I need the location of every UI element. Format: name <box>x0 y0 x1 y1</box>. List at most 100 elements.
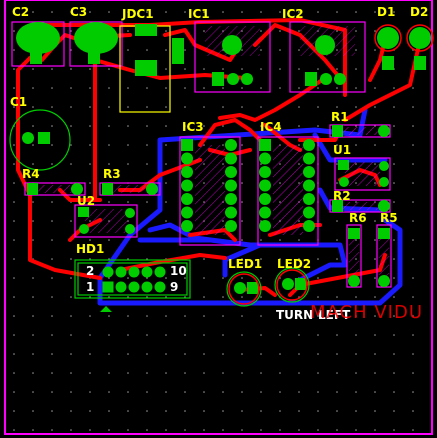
ic3-body <box>195 145 225 235</box>
grid-dot <box>146 163 148 165</box>
ic3-pin <box>225 193 237 205</box>
grid-dot <box>146 106 148 108</box>
grid-dot <box>393 201 395 203</box>
grid-dot <box>89 410 91 412</box>
grid-dot <box>32 334 34 336</box>
grid-dot <box>279 11 281 13</box>
grid-dot <box>393 429 395 431</box>
grid-dot <box>260 429 262 431</box>
grid-dot <box>336 391 338 393</box>
label-ic3: IC3 <box>182 120 204 134</box>
grid-dot <box>336 296 338 298</box>
grid-dot <box>165 201 167 203</box>
grid-dot <box>412 429 414 431</box>
grid-dot <box>165 30 167 32</box>
grid-dot <box>355 87 357 89</box>
grid-dot <box>70 391 72 393</box>
grid-dot <box>355 106 357 108</box>
ic1-pad-3 <box>241 73 253 85</box>
ic4-pin <box>303 179 315 192</box>
grid-dot <box>317 11 319 13</box>
label-hd-pin1: 1 <box>86 280 95 294</box>
grid-dot <box>127 125 129 127</box>
grid-dot <box>336 11 338 13</box>
grid-dot <box>108 68 110 70</box>
ic4-pin <box>259 152 271 165</box>
c3-pad-1 <box>88 52 100 64</box>
label-r5: R5 <box>380 211 398 225</box>
grid-dot <box>108 11 110 13</box>
grid-dot <box>374 296 376 298</box>
hd1-pin <box>102 266 114 278</box>
grid-dot <box>355 391 357 393</box>
grid-dot <box>32 429 34 431</box>
hd1-pin <box>128 281 140 293</box>
ic4-pin <box>303 220 315 232</box>
ic4-pin <box>259 179 271 192</box>
ic3-pin <box>181 152 193 165</box>
grid-dot <box>13 372 15 374</box>
grid-dot <box>89 144 91 146</box>
grid-dot <box>70 372 72 374</box>
grid-dot <box>374 30 376 32</box>
grid-dot <box>336 106 338 108</box>
grid-dot <box>32 163 34 165</box>
grid-dot <box>412 334 414 336</box>
grid-dot <box>260 391 262 393</box>
ic2-pad-3 <box>334 73 346 85</box>
grid-dot <box>298 49 300 51</box>
grid-dot <box>203 429 205 431</box>
grid-dot <box>336 87 338 89</box>
grid-dot <box>241 391 243 393</box>
jdc1-pad-2 <box>135 60 157 76</box>
r2-body <box>340 202 380 210</box>
label-c3: C3 <box>70 5 88 19</box>
grid-dot <box>32 239 34 241</box>
grid-dot <box>108 353 110 355</box>
grid-dot <box>336 163 338 165</box>
grid-dot <box>222 429 224 431</box>
grid-dot <box>355 144 357 146</box>
grid-dot <box>127 372 129 374</box>
hd1-pin <box>128 266 140 278</box>
label-r3: R3 <box>103 167 121 181</box>
grid-dot <box>374 106 376 108</box>
grid-dot <box>412 239 414 241</box>
grid-dot <box>260 296 262 298</box>
grid-dot <box>13 201 15 203</box>
grid-dot <box>317 334 319 336</box>
grid-dot <box>51 258 53 260</box>
label-r1: R1 <box>331 110 349 124</box>
grid-dot <box>203 87 205 89</box>
grid-dot <box>260 372 262 374</box>
grid-dot <box>165 125 167 127</box>
grid-dot <box>317 68 319 70</box>
grid-dot <box>203 277 205 279</box>
grid-dot <box>165 68 167 70</box>
grid-dot <box>355 410 357 412</box>
grid-dot <box>374 410 376 412</box>
grid-dot <box>336 410 338 412</box>
grid-dot <box>165 391 167 393</box>
grid-dot <box>51 144 53 146</box>
grid-dot <box>165 11 167 13</box>
grid-dot <box>70 296 72 298</box>
grid-dot <box>184 391 186 393</box>
ic3-pin <box>181 220 193 232</box>
grid-dot <box>127 391 129 393</box>
grid-dot <box>374 11 376 13</box>
grid-dot <box>51 372 53 374</box>
grid-dot <box>355 11 357 13</box>
grid-dot <box>146 315 148 317</box>
ic4-body <box>273 145 303 235</box>
grid-dot <box>298 239 300 241</box>
grid-dot <box>165 277 167 279</box>
grid-dot <box>203 391 205 393</box>
grid-dot <box>89 372 91 374</box>
grid-dot <box>412 182 414 184</box>
ic3-pin <box>181 139 193 151</box>
grid-dot <box>336 258 338 260</box>
grid-dot <box>317 353 319 355</box>
grid-dot <box>108 125 110 127</box>
u2-body <box>85 209 127 233</box>
